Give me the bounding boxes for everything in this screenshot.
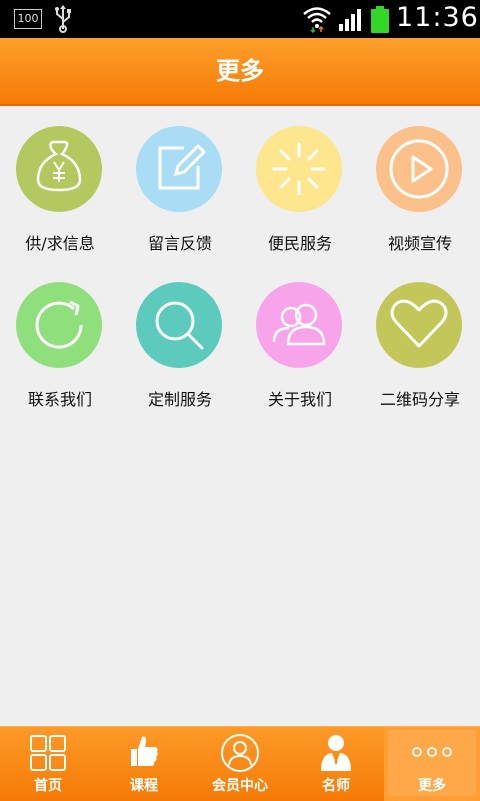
edit-icon	[136, 126, 222, 212]
battery-icon	[371, 6, 389, 33]
grid-item-supply-demand[interactable]: 供/求信息	[0, 106, 120, 256]
grid-item-contact[interactable]: 联系我们	[0, 262, 120, 412]
loading-icon	[256, 126, 342, 212]
tab-label: 首页	[34, 778, 62, 794]
header-bar: 更多	[0, 38, 480, 106]
battery-level-icon: 100	[14, 9, 42, 29]
grid-item-label: 定制服务	[147, 390, 212, 409]
wifi-icon	[303, 7, 331, 33]
user-circle-icon	[221, 734, 259, 772]
users-icon	[256, 282, 342, 368]
tab-courses[interactable]: 课程	[96, 727, 192, 801]
clock: 11:36	[396, 2, 479, 33]
search-icon	[136, 282, 222, 368]
grid-item-label: 关于我们	[267, 390, 332, 409]
money-bag-icon	[16, 126, 102, 212]
tab-label: 课程	[130, 778, 158, 794]
tab-more[interactable]: 更多	[384, 727, 480, 801]
tab-label: 会员中心	[212, 778, 268, 794]
tab-teachers[interactable]: 名师	[288, 727, 384, 801]
play-icon	[376, 126, 462, 212]
more-icon	[412, 747, 452, 757]
bottom-tab-bar: 首页 课程 会员中心 名师 更多	[0, 726, 480, 801]
grid-item-about-us[interactable]: 关于我们	[240, 262, 360, 412]
status-bar: 100 11:36	[0, 0, 480, 38]
grid-item-label: 便民服务	[267, 234, 332, 253]
grid-item-qr-share[interactable]: 二维码分享	[360, 262, 480, 412]
tab-label: 更多	[418, 778, 446, 794]
grid-item-label: 留言反馈	[147, 234, 212, 253]
grid-item-custom-service[interactable]: 定制服务	[120, 262, 240, 412]
grid-item-video[interactable]: 视频宣传	[360, 106, 480, 256]
teacher-icon	[321, 735, 351, 771]
usb-icon	[55, 5, 71, 33]
tab-member-center[interactable]: 会员中心	[192, 727, 288, 801]
grid-item-label: 视频宣传	[387, 234, 452, 253]
grid-item-feedback[interactable]: 留言反馈	[120, 106, 240, 256]
tab-label: 名师	[322, 778, 350, 794]
heart-icon	[376, 282, 462, 368]
tab-home[interactable]: 首页	[0, 727, 96, 801]
grid-item-convenience[interactable]: 便民服务	[240, 106, 360, 256]
thumbs-up-icon	[131, 736, 158, 766]
signal-icon	[339, 9, 361, 31]
grid-item-label: 供/求信息	[25, 234, 95, 253]
refresh-icon	[16, 282, 102, 368]
page-title: 更多	[216, 57, 264, 85]
grid-item-label: 联系我们	[27, 390, 92, 409]
grid-icon	[30, 735, 66, 771]
grid-item-label: 二维码分享	[379, 390, 460, 409]
